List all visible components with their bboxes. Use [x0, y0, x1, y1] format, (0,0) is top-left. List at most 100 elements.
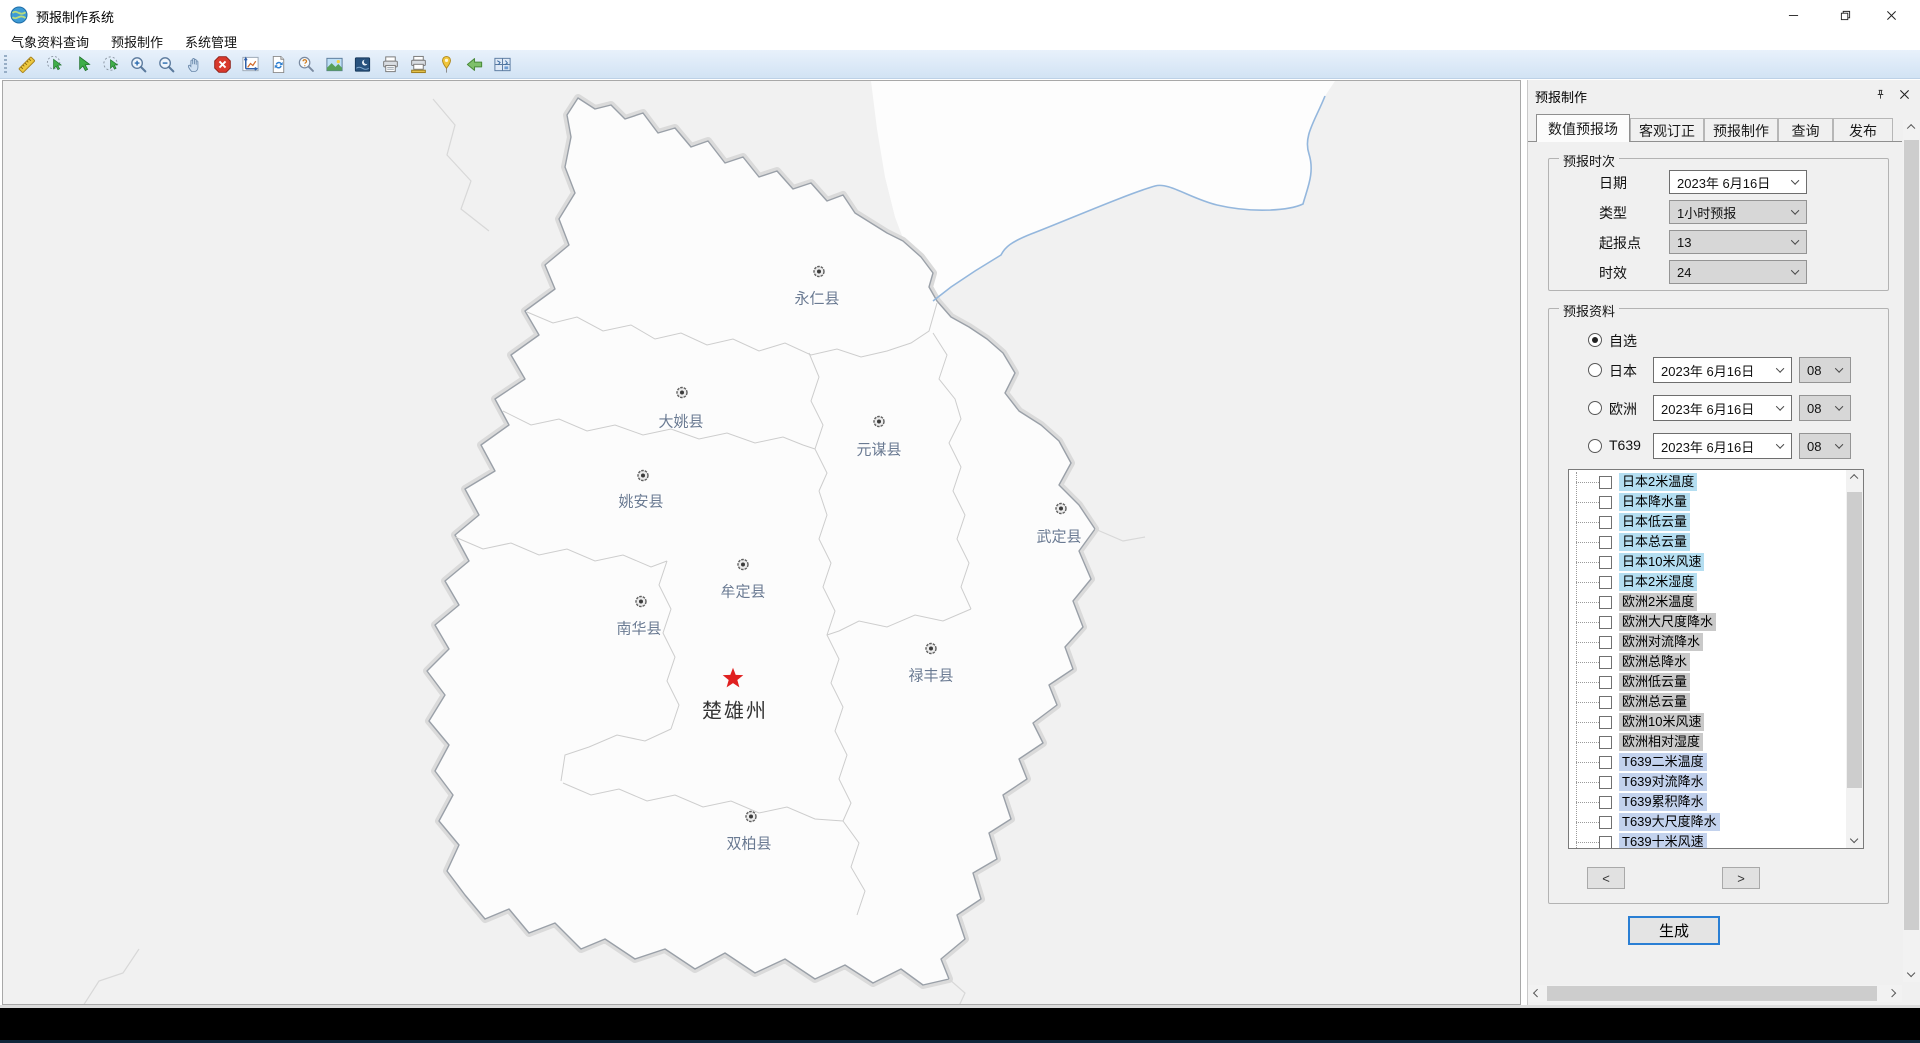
list-scroll-thumb[interactable] [1847, 492, 1862, 788]
field-row[interactable]: 欧洲对流降水 [1569, 632, 1846, 652]
source-radio-2[interactable] [1588, 363, 1602, 377]
zoom-out-icon[interactable] [156, 54, 176, 74]
vscroll-thumb[interactable] [1904, 140, 1919, 930]
close-button[interactable] [1868, 0, 1914, 30]
field-row[interactable]: 欧洲10米风速 [1569, 712, 1846, 732]
print-setup-icon[interactable] [408, 54, 428, 74]
field-row[interactable]: 欧洲相对湿度 [1569, 732, 1846, 752]
checkbox[interactable] [1599, 776, 1612, 789]
source-4-date-dropdown[interactable]: 2023年 6月16日 [1653, 433, 1792, 459]
checkbox[interactable] [1599, 636, 1612, 649]
panel-hscrollbar[interactable] [1528, 985, 1902, 1002]
time-row-3-dropdown[interactable]: 13 [1669, 230, 1807, 254]
map-canvas[interactable]: 永仁县大姚县元谋县姚安县武定县牟定县南华县禄丰县双柏县 楚雄州 [2, 80, 1521, 1005]
scroll-down-button[interactable] [1846, 831, 1863, 848]
field-row[interactable]: T639累积降水 [1569, 792, 1846, 812]
source-radio-4[interactable] [1588, 439, 1602, 453]
prev-button[interactable]: < [1587, 867, 1625, 889]
field-row[interactable]: 日本2米温度 [1569, 472, 1846, 492]
tab-3[interactable]: 预报制作 [1704, 118, 1778, 142]
field-row[interactable]: 日本低云量 [1569, 512, 1846, 532]
field-row[interactable]: 日本总云量 [1569, 532, 1846, 552]
source-radio-3[interactable] [1588, 401, 1602, 415]
checkbox[interactable] [1599, 476, 1612, 489]
restore-button[interactable] [1822, 0, 1868, 30]
panel-vscrollbar[interactable] [1903, 120, 1920, 982]
checkbox[interactable] [1599, 756, 1612, 769]
tab-2[interactable]: 客观订正 [1630, 118, 1704, 142]
zoom-window-icon[interactable] [100, 54, 120, 74]
checkbox[interactable] [1599, 536, 1612, 549]
checkbox[interactable] [1599, 676, 1612, 689]
stop-icon[interactable] [212, 54, 232, 74]
field-list[interactable]: 日本2米温度日本降水量日本低云量日本总云量日本10米风速日本2米湿度欧洲2米温度… [1568, 469, 1864, 849]
checkbox[interactable] [1599, 556, 1612, 569]
chart-axes-icon[interactable] [240, 54, 260, 74]
source-radio-1[interactable] [1588, 333, 1602, 347]
source-2-date-dropdown[interactable]: 2023年 6月16日 [1653, 357, 1792, 383]
refresh-doc-icon[interactable] [268, 54, 288, 74]
field-row[interactable]: 欧洲低云量 [1569, 672, 1846, 692]
time-row-1-dropdown[interactable]: 2023年 6月16日 [1669, 170, 1807, 194]
checkbox[interactable] [1599, 836, 1612, 849]
field-row[interactable]: T639对流降水 [1569, 772, 1846, 792]
scroll-up-button[interactable] [1846, 470, 1863, 487]
time-row-1-value: 2023年 6月16日 [1677, 173, 1770, 192]
minimize-button[interactable] [1770, 0, 1816, 30]
next-button[interactable]: > [1722, 867, 1760, 889]
night-image-icon[interactable] [352, 54, 372, 74]
source-4-hour-dropdown[interactable]: 08 [1799, 433, 1851, 459]
source-3-hour-dropdown[interactable]: 08 [1799, 395, 1851, 421]
scroll-left-button[interactable] [1529, 985, 1546, 1002]
field-row[interactable]: T639十米风速 [1569, 832, 1846, 848]
time-row-4-dropdown[interactable]: 24 [1669, 260, 1807, 284]
field-row[interactable]: T639二米温度 [1569, 752, 1846, 772]
checkbox[interactable] [1599, 596, 1612, 609]
field-row[interactable]: 日本2米湿度 [1569, 572, 1846, 592]
scroll-down-button[interactable] [1903, 965, 1920, 982]
field-row[interactable]: 日本降水量 [1569, 492, 1846, 512]
zoom-in-icon[interactable] [128, 54, 148, 74]
identify-icon[interactable] [296, 54, 316, 74]
checkbox[interactable] [1599, 736, 1612, 749]
field-row[interactable]: 日本10米风速 [1569, 552, 1846, 572]
source-2-hour-dropdown[interactable]: 08 [1799, 357, 1851, 383]
field-row[interactable]: 欧洲大尺度降水 [1569, 612, 1846, 632]
scroll-right-button[interactable] [1884, 985, 1901, 1002]
hscroll-thumb[interactable] [1547, 986, 1877, 1001]
checkbox[interactable] [1599, 796, 1612, 809]
tab-5[interactable]: 发布 [1833, 118, 1893, 142]
field-row[interactable]: T639大尺度降水 [1569, 812, 1846, 832]
field-row[interactable]: 欧洲总降水 [1569, 652, 1846, 672]
checkbox[interactable] [1599, 496, 1612, 509]
pan-icon[interactable] [184, 54, 204, 74]
checkbox[interactable] [1599, 696, 1612, 709]
pin-icon[interactable] [1872, 86, 1888, 102]
list-scrollbar[interactable] [1846, 470, 1863, 848]
panel-close-icon[interactable] [1896, 86, 1912, 102]
tab-4[interactable]: 查询 [1778, 118, 1833, 142]
checkbox[interactable] [1599, 616, 1612, 629]
place-marker-icon[interactable] [436, 54, 456, 74]
panel-title: 预报制作 [1535, 87, 1587, 106]
field-row[interactable]: 欧洲总云量 [1569, 692, 1846, 712]
generate-button[interactable]: 生成 [1628, 916, 1720, 945]
print-icon[interactable] [380, 54, 400, 74]
checkbox[interactable] [1599, 716, 1612, 729]
field-label: T639累积降水 [1619, 793, 1707, 811]
checkbox[interactable] [1599, 576, 1612, 589]
select-area-icon[interactable] [44, 54, 64, 74]
source-3-date-dropdown[interactable]: 2023年 6月16日 [1653, 395, 1792, 421]
time-row-2-dropdown[interactable]: 1小时预报 [1669, 200, 1807, 224]
image-icon[interactable] [324, 54, 344, 74]
select-arrow-icon[interactable] [72, 54, 92, 74]
back-icon[interactable] [464, 54, 484, 74]
map-grid-icon[interactable] [492, 54, 512, 74]
field-row[interactable]: 欧洲2米温度 [1569, 592, 1846, 612]
tab-1[interactable]: 数值预报场 [1536, 114, 1630, 142]
checkbox[interactable] [1599, 516, 1612, 529]
checkbox[interactable] [1599, 656, 1612, 669]
measure-icon[interactable] [16, 54, 36, 74]
scroll-up-button[interactable] [1903, 120, 1920, 137]
checkbox[interactable] [1599, 816, 1612, 829]
